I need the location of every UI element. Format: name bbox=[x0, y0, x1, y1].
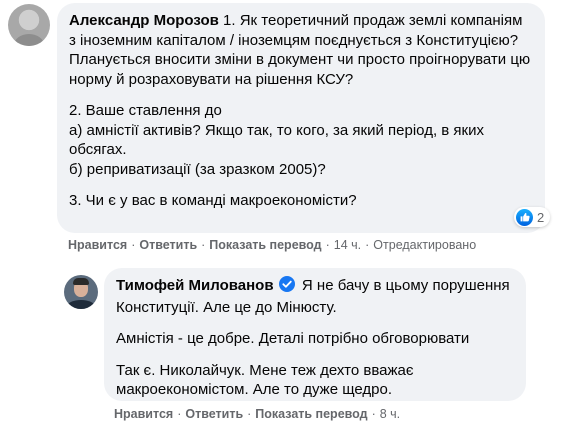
like-icon bbox=[516, 208, 533, 226]
reply-paragraph: Амністія - це добре. Деталі потрібно обг… bbox=[116, 330, 470, 347]
reply-author[interactable]: Тимофей Милованов bbox=[116, 277, 274, 294]
avatar-hair bbox=[73, 278, 89, 285]
like-button[interactable]: Нравится bbox=[68, 238, 127, 252]
comment-paragraph: а) амністії активів? Якщо так, то кого, … bbox=[69, 121, 484, 159]
reply-button[interactable]: Ответить bbox=[185, 407, 243, 421]
comment-actions: Нравится · Ответить · Показать перевод ·… bbox=[68, 238, 476, 252]
reply-timestamp[interactable]: 8 ч. bbox=[380, 407, 400, 421]
like-button[interactable]: Нравится bbox=[114, 407, 173, 421]
separator-dot: · bbox=[371, 407, 376, 421]
comment-paragraph: 3. Чи є у вас в команді макроекономісти? bbox=[69, 192, 357, 209]
separator-dot: · bbox=[365, 238, 370, 252]
comment-bubble: Александр Морозов 1. Як теоретичний прод… bbox=[57, 3, 545, 233]
reaction-count: 2 bbox=[537, 209, 545, 225]
comment-timestamp[interactable]: 14 ч. bbox=[334, 238, 361, 252]
separator-dot: · bbox=[177, 407, 182, 421]
avatar-body bbox=[67, 300, 95, 309]
edited-label: Отредактировано bbox=[373, 238, 477, 252]
avatar-timofei-milovanov[interactable] bbox=[64, 275, 98, 309]
reply-actions: Нравится · Ответить · Показать перевод ·… bbox=[114, 407, 400, 421]
avatar-aleksandr-morozov[interactable] bbox=[8, 4, 50, 46]
show-translation-link[interactable]: Показать перевод bbox=[255, 407, 367, 421]
reaction-summary[interactable]: 2 bbox=[514, 207, 551, 227]
reply-button[interactable]: Ответить bbox=[139, 238, 197, 252]
separator-dot: · bbox=[201, 238, 206, 252]
reply-bubble: Тимофей Милованов Я не бачу в цьому пору… bbox=[104, 268, 526, 401]
avatar-silhouette bbox=[14, 34, 44, 46]
show-translation-link[interactable]: Показать перевод bbox=[209, 238, 321, 252]
separator-dot: · bbox=[325, 238, 330, 252]
separator-dot: · bbox=[247, 407, 252, 421]
separator-dot: · bbox=[131, 238, 136, 252]
reply-paragraph: Так є. Николайчук. Мене теж дехто вважає… bbox=[116, 361, 414, 399]
verified-badge-icon bbox=[278, 276, 295, 298]
comment-author[interactable]: Александр Морозов bbox=[69, 12, 219, 29]
comment-paragraph: б) реприватизації (за зразком 2005)? bbox=[69, 160, 326, 178]
comment-paragraph: 2. Ваше ставлення до bbox=[69, 102, 222, 119]
